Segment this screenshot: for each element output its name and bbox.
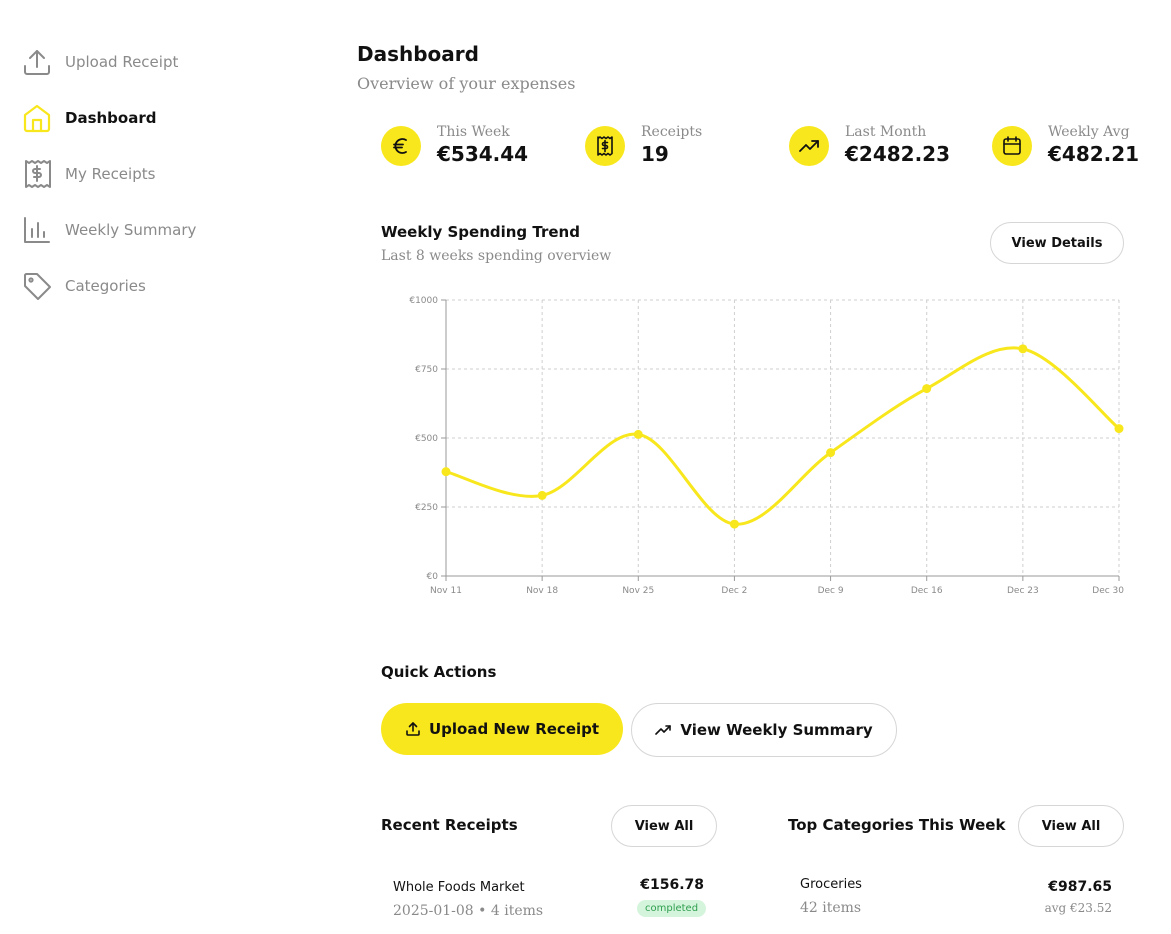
x-tick-label: Dec 30 (1092, 586, 1124, 596)
data-point (729, 519, 739, 529)
stat-label: Last Month (845, 124, 927, 140)
x-tick-label: Nov 11 (430, 586, 462, 596)
trending-up-icon (789, 126, 829, 166)
upload-icon (22, 47, 52, 77)
sidebar-item-label: Categories (65, 277, 146, 295)
sidebar-item-label: My Receipts (65, 165, 156, 183)
trend-title: Weekly Spending Trend (381, 223, 580, 241)
y-tick-label: €1000 (409, 296, 438, 306)
stat-label: Weekly Avg (1048, 124, 1130, 140)
sidebar-item-label: Weekly Summary (65, 221, 197, 239)
stat-receipts: Receipts 19 (585, 122, 702, 170)
stat-value: €482.21 (1048, 142, 1140, 166)
stat-weekly-avg: Weekly Avg €482.21 (992, 122, 1139, 170)
sidebar-item-label: Dashboard (65, 109, 157, 127)
category-item-count: 42 items (800, 900, 862, 916)
x-tick-label: Dec 9 (818, 586, 844, 596)
data-point (441, 467, 451, 477)
trend-subtitle: Last 8 weeks spending overview (381, 248, 612, 264)
stat-value: 19 (641, 142, 669, 166)
receipt-store-name: Whole Foods Market (393, 880, 525, 895)
sidebar: Upload Receipt Dashboard My Receipts Wee… (0, 0, 300, 934)
data-point (826, 448, 836, 458)
y-tick-label: €500 (415, 434, 438, 444)
quick-actions-title: Quick Actions (381, 663, 497, 681)
stat-this-week: This Week €534.44 (381, 122, 528, 170)
bar-chart-icon (22, 215, 52, 245)
sidebar-item-categories[interactable]: Categories (22, 270, 146, 302)
data-point (1114, 424, 1124, 434)
categories-view-all-button[interactable]: View All (1018, 805, 1124, 847)
data-point (922, 384, 932, 394)
sidebar-item-upload-receipt[interactable]: Upload Receipt (22, 46, 178, 78)
view-weekly-summary-button[interactable]: View Weekly Summary (631, 703, 897, 757)
stat-value: €2482.23 (845, 142, 951, 166)
view-weekly-summary-label: View Weekly Summary (680, 721, 873, 739)
stat-last-month: Last Month €2482.23 (789, 122, 950, 170)
data-point (633, 429, 643, 439)
category-amount: €987.65 (1048, 879, 1112, 895)
y-tick-label: €750 (415, 365, 438, 375)
spending-series-line (445, 346, 1120, 526)
y-tick-label: €0 (427, 572, 439, 582)
tag-icon (22, 271, 52, 301)
sidebar-item-weekly-summary[interactable]: Weekly Summary (22, 214, 196, 246)
receipt-amount: €156.78 (640, 877, 704, 893)
home-icon (22, 103, 52, 133)
weekly-spending-chart: €0 €250 €500 €750 €1000 Nov 11 Nov 18 Nov 25 Dec… (409, 296, 1124, 596)
top-categories-title: Top Categories This Week (788, 816, 1006, 834)
upload-new-receipt-button[interactable]: Upload New Receipt (381, 703, 623, 755)
sidebar-item-label: Upload Receipt (65, 53, 179, 71)
sidebar-item-dashboard[interactable]: Dashboard (22, 102, 156, 134)
page-subtitle: Overview of your expenses (357, 74, 576, 93)
stat-label: This Week (437, 124, 510, 140)
category-avg: avg €23.52 (1044, 901, 1112, 915)
sidebar-item-my-receipts[interactable]: My Receipts (22, 158, 155, 190)
euro-icon (381, 126, 421, 166)
data-point (537, 490, 547, 500)
receipt-meta: 2025-01-08 • 4 items (393, 903, 544, 919)
x-tick-label: Dec 2 (721, 586, 747, 596)
calendar-icon (992, 126, 1032, 166)
x-tick-label: Nov 25 (622, 586, 654, 596)
view-details-button[interactable]: View Details (990, 222, 1124, 264)
stat-value: €534.44 (437, 142, 529, 166)
stat-label: Receipts (641, 124, 703, 140)
x-tick-label: Dec 23 (1007, 586, 1039, 596)
upload-icon (405, 721, 421, 737)
y-tick-label: €250 (415, 503, 438, 513)
status-badge: completed (637, 900, 707, 917)
trending-up-icon (655, 722, 672, 739)
receipt-dollar-icon (585, 126, 625, 166)
page-title: Dashboard (357, 42, 479, 66)
recent-receipts-title: Recent Receipts (381, 816, 518, 834)
upload-new-receipt-label: Upload New Receipt (428, 720, 600, 738)
recent-view-all-button[interactable]: View All (611, 805, 717, 847)
data-point (1018, 344, 1028, 354)
receipt-icon (22, 159, 52, 189)
category-name: Groceries (800, 877, 862, 892)
x-tick-label: Nov 18 (526, 586, 558, 596)
x-tick-label: Dec 16 (911, 586, 943, 596)
